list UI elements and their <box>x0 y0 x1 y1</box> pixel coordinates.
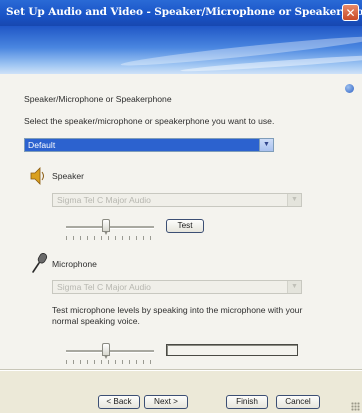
microphone-label: Microphone <box>52 259 97 269</box>
title-bar: Set Up Audio and Video - Speaker/Microph… <box>0 0 362 26</box>
microphone-icon <box>32 253 48 273</box>
microphone-instruction: Test microphone levels by speaking into … <box>52 305 303 326</box>
close-button[interactable]: ✕ <box>342 4 359 21</box>
wizard-footer: < Back Next > Finish Cancel <box>0 370 362 413</box>
speaker-test-button[interactable]: Test <box>166 219 204 233</box>
finish-button[interactable]: Finish <box>226 395 268 409</box>
speaker-device-dropdown[interactable]: Sigma Tel C Major Audio ▼ <box>52 193 302 207</box>
chevron-down-icon: ▼ <box>287 194 301 206</box>
speaker-volume-thumb[interactable] <box>101 219 110 235</box>
header-banner <box>0 26 362 74</box>
back-button[interactable]: < Back <box>98 395 140 409</box>
next-button[interactable]: Next > <box>144 395 188 409</box>
microphone-volume-thumb[interactable] <box>101 343 110 359</box>
speaker-icon <box>30 167 44 185</box>
device-dropdown-value: Default <box>28 140 56 150</box>
microphone-volume-slider[interactable] <box>66 350 154 353</box>
resize-gripper[interactable] <box>351 402 360 411</box>
device-dropdown[interactable]: Default ▼ <box>24 138 274 152</box>
speaker-device-value: Sigma Tel C Major Audio <box>57 195 151 205</box>
speaker-volume-slider[interactable] <box>66 226 154 229</box>
close-icon: ✕ <box>345 6 356 20</box>
speaker-volume-ticks <box>66 236 154 240</box>
device-instruction: Select the speaker/microphone or speaker… <box>24 116 275 126</box>
microphone-level-meter <box>166 344 298 356</box>
cancel-button[interactable]: Cancel <box>276 395 320 409</box>
chevron-down-icon: ▼ <box>287 281 301 293</box>
microphone-device-value: Sigma Tel C Major Audio <box>57 282 151 292</box>
microphone-device-dropdown[interactable]: Sigma Tel C Major Audio ▼ <box>52 280 302 294</box>
speaker-label: Speaker <box>52 171 85 181</box>
section-title: Speaker/Microphone or Speakerphone <box>24 94 172 104</box>
chevron-down-icon[interactable]: ▼ <box>259 139 273 151</box>
window-title: Set Up Audio and Video - Speaker/Microph… <box>6 6 362 18</box>
help-icon[interactable] <box>345 84 354 93</box>
microphone-volume-ticks <box>66 360 154 364</box>
